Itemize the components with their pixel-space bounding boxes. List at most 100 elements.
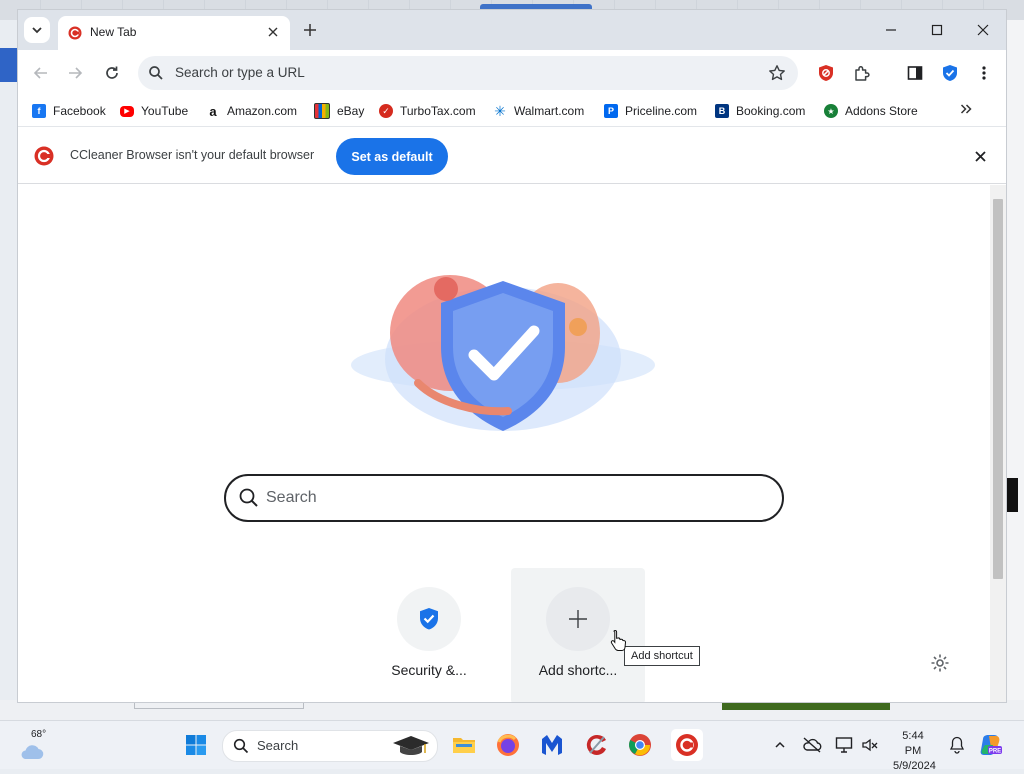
- addons-store-icon: ★: [824, 104, 838, 118]
- clock-time: 5:44 PM: [902, 730, 924, 757]
- notifications-button[interactable]: [944, 732, 970, 758]
- priceline-icon: P: [604, 104, 618, 118]
- reload-button[interactable]: [101, 62, 123, 84]
- bookmark-booking[interactable]: B Booking.com: [715, 102, 805, 120]
- svg-text:PRE: PRE: [989, 749, 1001, 755]
- taskbar-ccleaner[interactable]: [584, 732, 610, 758]
- security-extension-button[interactable]: [939, 62, 961, 84]
- forward-button[interactable]: [64, 62, 86, 84]
- customize-gear-icon[interactable]: [930, 653, 950, 673]
- new-tab-button[interactable]: [300, 20, 320, 40]
- shortcut-icon-circle: [546, 587, 610, 651]
- ccleaner-browser-icon: [676, 734, 698, 756]
- taskbar-file-explorer[interactable]: [451, 732, 477, 758]
- taskbar-malwarebytes[interactable]: [539, 732, 565, 758]
- bookmark-label: Priceline.com: [625, 104, 698, 118]
- maximize-button[interactable]: [914, 10, 960, 50]
- chrome-icon: [629, 734, 651, 756]
- bookmarks-overflow-button[interactable]: [960, 102, 972, 118]
- close-icon: [268, 27, 278, 37]
- bookmark-star-icon[interactable]: [768, 64, 786, 82]
- bookmark-addons-store[interactable]: ★ Addons Store: [824, 102, 918, 120]
- infobar-message: CCleaner Browser isn't your default brow…: [70, 148, 315, 162]
- bookmark-label: TurboTax.com: [400, 104, 476, 118]
- search-icon: [239, 488, 258, 507]
- start-button[interactable]: [183, 732, 209, 758]
- taskbar-clock[interactable]: 5:44 PM 5/9/2024: [893, 729, 936, 774]
- close-tab-button[interactable]: [264, 23, 282, 41]
- firefox-icon: [497, 734, 519, 756]
- taskbar: 68° Search 5:44 PM 5/9/2024 PRE: [0, 720, 1024, 772]
- page-scrollbar[interactable]: [990, 185, 1006, 702]
- reload-icon: [106, 66, 118, 79]
- close-icon: [974, 150, 986, 162]
- taskbar-search[interactable]: Search: [222, 730, 438, 762]
- address-bar[interactable]: Search or type a URL: [138, 56, 798, 90]
- bookmark-facebook[interactable]: f Facebook: [32, 102, 106, 120]
- taskbar-chrome[interactable]: [627, 732, 653, 758]
- adblock-shield-icon: [819, 65, 833, 81]
- bookmark-label: Booking.com: [736, 104, 806, 118]
- chevron-down-icon: [32, 27, 42, 34]
- bookmark-label: Addons Store: [845, 104, 918, 118]
- scrollbar-thumb[interactable]: [993, 199, 1003, 579]
- cloud-off-icon: [803, 737, 822, 753]
- monitor-icon: [835, 737, 853, 753]
- bookmark-walmart[interactable]: ✳ Walmart.com: [493, 102, 584, 120]
- menu-button[interactable]: [973, 62, 995, 84]
- chevron-up-icon: [775, 741, 785, 748]
- infobar-close-button[interactable]: [970, 146, 990, 166]
- arrow-right-icon: [69, 67, 83, 79]
- malwarebytes-icon: [542, 735, 562, 755]
- bookmarks-bar: f Facebook ▶ YouTube a Amazon.com eBay ✓…: [18, 96, 1006, 127]
- shield-check-icon: [420, 608, 438, 630]
- shield-check-icon: [943, 65, 957, 81]
- bookmark-label: Facebook: [53, 104, 106, 118]
- side-panel-icon: [907, 66, 923, 80]
- bookmark-label: YouTube: [141, 104, 189, 118]
- weather-temperature: 68°: [31, 729, 47, 740]
- ntp-search-box[interactable]: Search: [224, 474, 784, 522]
- booking-icon: B: [715, 104, 729, 118]
- bookmark-youtube[interactable]: ▶ YouTube: [120, 102, 188, 120]
- show-hidden-icons-button[interactable]: [767, 732, 793, 758]
- adblock-extension-button[interactable]: [815, 62, 837, 84]
- folder-icon: [453, 738, 475, 753]
- plus-icon: [304, 24, 316, 36]
- extensions-button[interactable]: [851, 62, 873, 84]
- shortcut-security[interactable]: Security &...: [362, 568, 496, 702]
- taskbar-firefox[interactable]: [495, 732, 521, 758]
- onedrive-tray-button[interactable]: [799, 732, 825, 758]
- ebay-icon: [314, 103, 330, 119]
- bookmark-label: Amazon.com: [227, 104, 298, 118]
- bookmark-priceline[interactable]: P Priceline.com: [604, 102, 697, 120]
- display-tray-button[interactable]: [831, 732, 857, 758]
- copilot-button[interactable]: PRE: [978, 732, 1004, 758]
- weather-widget[interactable]: 68°: [14, 725, 64, 765]
- close-window-button[interactable]: [960, 10, 1006, 50]
- walmart-icon: ✳: [494, 102, 506, 119]
- copilot-icon: PRE: [980, 735, 1002, 755]
- bookmark-ebay[interactable]: eBay: [314, 102, 364, 120]
- ccleaner-logo-icon: [34, 146, 54, 166]
- shortcut-label: Security &...: [391, 662, 467, 678]
- turbotax-icon: ✓: [379, 104, 393, 118]
- clock-date: 5/9/2024: [893, 760, 936, 772]
- bookmark-amazon[interactable]: a Amazon.com: [206, 102, 297, 120]
- youtube-icon: ▶: [120, 105, 134, 117]
- search-icon: [233, 738, 249, 754]
- set-as-default-button[interactable]: Set as default: [336, 138, 448, 175]
- address-bar-placeholder: Search or type a URL: [175, 65, 305, 80]
- minimize-icon: [886, 29, 896, 31]
- side-panel-button[interactable]: [904, 62, 926, 84]
- puzzle-piece-icon: [855, 65, 870, 81]
- bookmark-turbotax[interactable]: ✓ TurboTax.com: [379, 102, 476, 120]
- tab-strip: New Tab: [18, 10, 1006, 50]
- tab-new-tab[interactable]: New Tab: [58, 16, 290, 50]
- back-button[interactable]: [30, 62, 52, 84]
- tab-search-button[interactable]: [24, 17, 50, 43]
- network-tray-button[interactable]: [857, 732, 883, 758]
- minimize-button[interactable]: [868, 10, 914, 50]
- graduation-cap-icon: [393, 736, 429, 755]
- taskbar-ccleaner-browser[interactable]: [671, 729, 703, 761]
